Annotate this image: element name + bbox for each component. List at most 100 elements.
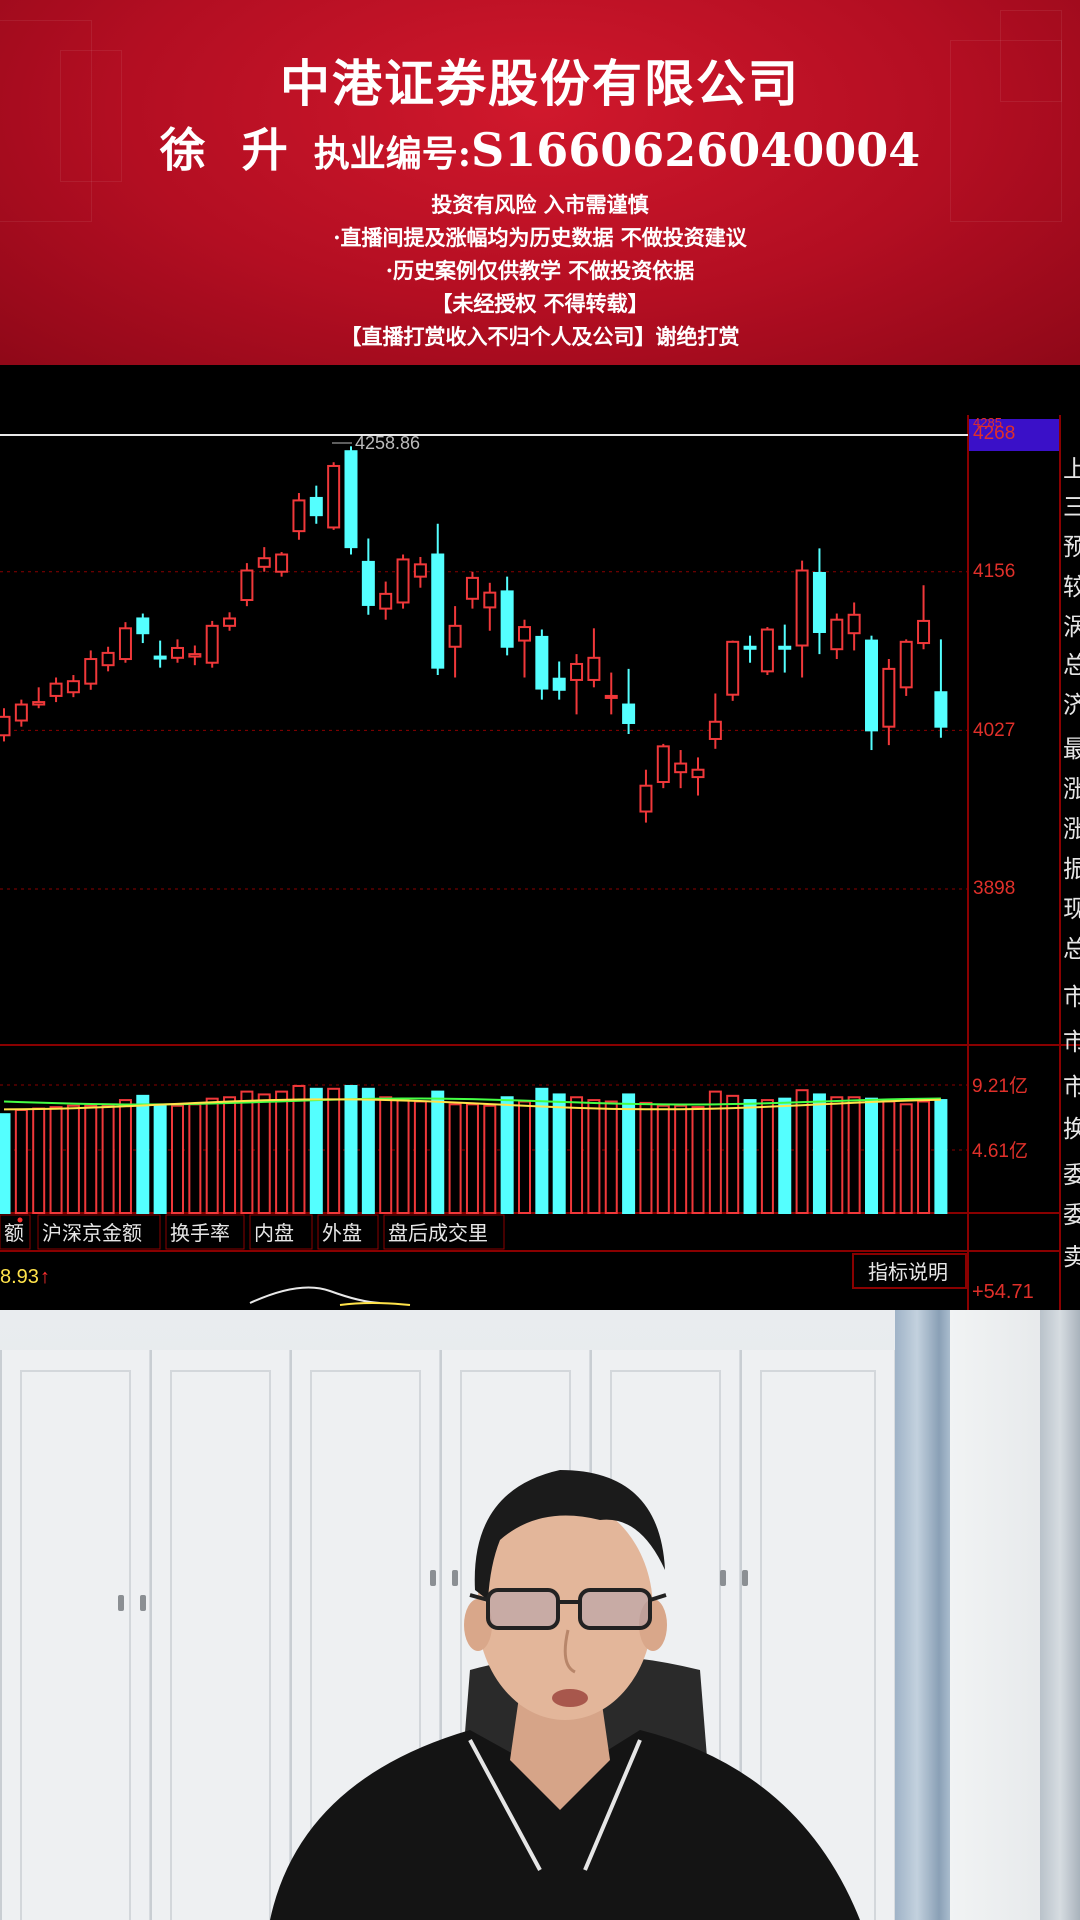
volume-bar: [32, 1107, 46, 1215]
candle-body: [622, 703, 636, 724]
volume-bar: [101, 1104, 115, 1214]
volume-bar: [344, 1084, 358, 1214]
candle-body: [379, 592, 393, 610]
candle-body: [309, 496, 323, 517]
volume-bar: [14, 1108, 28, 1215]
volume-bar: [518, 1100, 531, 1215]
indicator-right-value: +54.71: [972, 1281, 1034, 1303]
candle-body: [344, 450, 358, 549]
disclaimer-line: ·历史案例仅供教学 不做投资依据: [385, 258, 695, 283]
candle-body: [275, 553, 289, 573]
candle-body: [830, 618, 844, 651]
volume-bar: [743, 1099, 757, 1215]
glasses-arm: [649, 1593, 667, 1602]
candlestick-chart[interactable]: 4285 4268 4156 4027 3898 4258.86 9.21亿 4…: [0, 365, 1080, 1310]
sidebar-char: 振: [1063, 855, 1080, 883]
volume-bar: [570, 1096, 584, 1214]
candle-body: [465, 576, 479, 600]
price-label-4268: 4268: [973, 423, 1015, 444]
volume-bar: [847, 1096, 861, 1214]
volume-bar: [830, 1096, 844, 1214]
sidebar-char: 市: [1063, 983, 1080, 1011]
presenter: [270, 1470, 860, 1920]
candle-body: [153, 655, 167, 660]
volume-bar: [136, 1094, 150, 1214]
candle-body: [483, 591, 497, 609]
volume-bar: [275, 1090, 289, 1215]
volume-bar: [448, 1103, 462, 1214]
indicator-tab-label: 盘后成交里: [388, 1221, 488, 1245]
volume-bar: [674, 1104, 688, 1214]
candle-body: [188, 653, 202, 658]
sidebar-char: 换: [1063, 1115, 1080, 1143]
candle-body: [327, 464, 341, 529]
candle-body: [0, 715, 11, 737]
volume-bar: [708, 1090, 722, 1215]
sidebar-char: 预: [1063, 533, 1080, 561]
volume-bar: [934, 1099, 948, 1215]
candle-body: [795, 569, 809, 647]
mouth: [552, 1689, 588, 1707]
volume-bar: [691, 1106, 705, 1214]
disclaimer-line: 投资有风险 入市需谨慎: [431, 192, 649, 217]
indicator-tab-label: 额: [4, 1221, 24, 1245]
volume-bar: [431, 1090, 445, 1215]
candle-body: [396, 558, 410, 604]
volume-bar: [465, 1103, 479, 1214]
candle-body: [171, 646, 184, 659]
volume-bar: [118, 1099, 132, 1215]
sidebar-char: 最: [1063, 735, 1080, 763]
disclaimer-line: 【未经授权 不得转载】: [431, 291, 649, 316]
host-name: 徐 升: [159, 123, 298, 177]
volume-bar: [153, 1104, 167, 1214]
sidebar-char: 三: [1063, 493, 1080, 521]
disclaimer-line: ·直播间提及涨幅均为历史数据 不做投资建议: [333, 225, 747, 250]
volume-bar: [656, 1104, 670, 1214]
candle-body: [14, 703, 28, 722]
sidebar-char: 卖: [1063, 1243, 1080, 1271]
volume-bar: [865, 1097, 878, 1214]
candle-body: [934, 691, 948, 728]
sidebar-char: 委: [1063, 1201, 1080, 1229]
candle-body: [552, 677, 566, 691]
volume-bar: [205, 1097, 219, 1214]
candle-body: [292, 499, 306, 533]
indicator-help-label: 指标说明: [868, 1260, 948, 1284]
volume-bar: [379, 1096, 393, 1214]
candle-body: [847, 613, 861, 635]
candle-body: [812, 571, 826, 633]
license-label: 执业编号:: [313, 133, 471, 175]
candles: [0, 446, 948, 823]
indicator-tab-label: 换手率: [170, 1221, 230, 1245]
volume-bar: [778, 1097, 792, 1214]
sidebar-char: 现: [1063, 895, 1080, 923]
indicator-tabs: 额沪深京金额 换手率 内盘 外盘 盘后成交里: [0, 1214, 505, 1250]
candle-body: [431, 553, 445, 669]
sidebar-char: 上: [1063, 455, 1080, 483]
indicator-tab-label: 沪深京金额: [42, 1221, 142, 1245]
volume-bar: [171, 1104, 184, 1214]
candle-body: [361, 560, 375, 606]
volume-bar: [49, 1106, 63, 1214]
license-row: 徐 升执业编号:S1660626040004: [0, 114, 1080, 180]
volume-bar: [327, 1087, 341, 1214]
glasses-lens-left: [486, 1588, 560, 1630]
indicator-value: 8.93: [0, 1266, 39, 1288]
sidebar-char: 市: [1063, 1028, 1080, 1056]
sidebar-char: 涨: [1063, 815, 1080, 843]
sidebar-char: 济: [1063, 691, 1080, 719]
candle-body: [570, 662, 584, 681]
volume-bar: [292, 1084, 306, 1214]
sidebar-char: 涨: [1063, 775, 1080, 803]
volume-bar: [760, 1099, 774, 1215]
volume-bar: [66, 1104, 80, 1214]
presenter-video: [0, 1310, 1080, 1920]
candle-body: [136, 617, 150, 635]
sidebar-char: 较: [1063, 573, 1080, 601]
sidebar-char: 委: [1063, 1161, 1080, 1189]
license-number: S1660626040004: [471, 123, 921, 177]
sidebar-char: 总: [1063, 651, 1080, 679]
candle-body: [743, 645, 757, 650]
sidebar-char: 涡: [1063, 613, 1080, 641]
candle-body: [708, 720, 722, 740]
